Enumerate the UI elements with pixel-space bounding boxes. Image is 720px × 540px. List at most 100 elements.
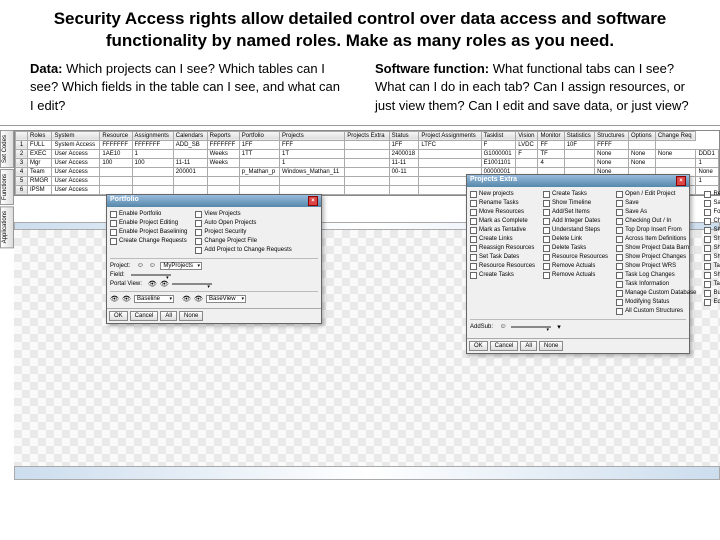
cell[interactable]: 1 (696, 176, 719, 185)
checkbox-icon[interactable] (616, 308, 623, 315)
checkbox-item[interactable]: Show Timeline (543, 200, 608, 207)
checkbox-icon[interactable] (543, 209, 550, 216)
cell[interactable] (132, 167, 173, 176)
column-header[interactable]: Assignments (132, 131, 173, 140)
checkbox-icon[interactable] (616, 200, 623, 207)
checkbox-icon[interactable] (543, 272, 550, 279)
checkbox-item[interactable]: Delete Tasks (543, 245, 608, 252)
cell[interactable]: IPSM (28, 185, 52, 194)
cell[interactable]: 1 (132, 149, 173, 158)
column-header[interactable] (16, 131, 28, 140)
table-row[interactable]: 2EXECUser Access1AE101 Weeks1TT1T 2400018 G… (16, 149, 719, 158)
checkbox-item[interactable]: Remove Actuals (543, 272, 608, 279)
checkbox-item[interactable]: Show Project Changes (616, 254, 696, 261)
checkbox-icon[interactable] (616, 254, 623, 261)
cell[interactable] (564, 149, 594, 158)
cell[interactable]: 10F (564, 140, 594, 149)
cell[interactable] (389, 185, 419, 194)
popup-titlebar[interactable]: Projects Extra × (467, 175, 689, 187)
column-header[interactable]: System (52, 131, 100, 140)
column-header[interactable]: Status (389, 131, 419, 140)
column-header[interactable]: Statistics (564, 131, 594, 140)
checkbox-icon[interactable] (704, 254, 711, 261)
checkbox-icon[interactable] (543, 236, 550, 243)
checkbox-item[interactable]: Resource Resources (543, 254, 608, 261)
cell[interactable] (207, 176, 239, 185)
cell[interactable]: User Access (52, 176, 100, 185)
checkbox-icon[interactable] (195, 247, 202, 254)
checkbox-item[interactable]: Show Planner (704, 254, 720, 261)
cell[interactable]: 2 (16, 149, 28, 158)
all-button[interactable]: All (520, 341, 537, 351)
checkbox-icon[interactable] (543, 245, 550, 252)
checkbox-item[interactable]: Add Integer Dates (543, 218, 608, 225)
checkbox-icon[interactable] (704, 281, 711, 288)
field-dropdown[interactable] (131, 274, 171, 276)
checkbox-icon[interactable] (616, 290, 623, 297)
checkbox-icon[interactable] (616, 281, 623, 288)
checkbox-icon[interactable] (470, 191, 477, 198)
ok-button[interactable]: OK (109, 311, 128, 321)
checkbox-item[interactable]: Delete Link (543, 236, 608, 243)
checkbox-item[interactable]: Show Project WRS (616, 263, 696, 270)
column-header[interactable]: Vision (516, 131, 538, 140)
checkbox-icon[interactable] (704, 191, 711, 198)
checkbox-item[interactable]: Enable Portfolio (110, 211, 187, 218)
checkbox-icon[interactable] (616, 245, 623, 252)
cell[interactable]: 100 (100, 158, 132, 167)
checkbox-item[interactable]: All Custom Structures (616, 308, 696, 315)
checkbox-item[interactable]: Rename Tasks (470, 200, 535, 207)
checkbox-item[interactable]: Task Log Changes (616, 272, 696, 279)
eye-icon[interactable]: 👁 (194, 295, 202, 303)
checkbox-item[interactable]: Resource Resources (470, 263, 535, 270)
cell[interactable] (100, 167, 132, 176)
cell[interactable]: None (696, 167, 719, 176)
cell[interactable]: RMGR (28, 176, 52, 185)
cell[interactable]: G1000001 (481, 149, 516, 158)
cell[interactable] (345, 185, 389, 194)
checkbox-icon[interactable] (543, 191, 550, 198)
checkbox-item[interactable]: Move Resources (470, 209, 535, 216)
cell[interactable]: ADD_SB (173, 140, 207, 149)
checkbox-item[interactable]: Create Tasks (470, 272, 535, 279)
cell[interactable]: 2400018 (389, 149, 419, 158)
cell[interactable] (239, 158, 279, 167)
cell[interactable]: Weeks (207, 149, 239, 158)
cell[interactable]: 1T (280, 149, 345, 158)
cell[interactable]: FFF (280, 140, 345, 149)
checkbox-item[interactable]: Rename Projects (704, 191, 720, 198)
cell[interactable]: 1TT (239, 149, 279, 158)
cell[interactable]: None (655, 149, 696, 158)
cell[interactable]: 11-11 (173, 158, 207, 167)
project-dropdown[interactable]: MyProjects (160, 262, 202, 270)
cell[interactable]: 1 (280, 158, 345, 167)
checkbox-item[interactable]: Create Change Requests (110, 238, 187, 245)
checkbox-icon[interactable] (543, 200, 550, 207)
checkbox-icon[interactable] (470, 254, 477, 261)
cell[interactable]: 1FF (239, 140, 279, 149)
cell[interactable]: User Access (52, 149, 100, 158)
checkbox-item[interactable]: New projects (470, 191, 535, 198)
checkbox-icon[interactable] (704, 245, 711, 252)
addsub-dropdown[interactable] (511, 326, 551, 328)
checkbox-item[interactable]: Save (616, 200, 696, 207)
checkbox-item[interactable]: Modifying Status (616, 299, 696, 306)
cell[interactable]: EXEC (28, 149, 52, 158)
cell[interactable]: 4 (16, 167, 28, 176)
cell[interactable]: 4 (538, 158, 564, 167)
checkbox-icon[interactable] (704, 218, 711, 225)
checkbox-item[interactable]: Task Information (616, 281, 696, 288)
checkbox-item[interactable]: Understand Steps (543, 227, 608, 234)
cell[interactable]: 100 (132, 158, 173, 167)
cell[interactable]: 1AE10 (100, 149, 132, 158)
cancel-button[interactable]: Cancel (490, 341, 519, 351)
cell[interactable]: 200001 (173, 167, 207, 176)
checkbox-icon[interactable] (616, 227, 623, 234)
checkbox-item[interactable]: Force Check In (704, 209, 720, 216)
close-icon[interactable]: × (308, 196, 318, 206)
checkbox-icon[interactable] (616, 191, 623, 198)
column-header[interactable]: Structures (595, 131, 629, 140)
cell[interactable]: User Access (52, 167, 100, 176)
column-header[interactable]: Roles (28, 131, 52, 140)
checkbox-item[interactable]: Add Project to Change Requests (195, 247, 291, 254)
